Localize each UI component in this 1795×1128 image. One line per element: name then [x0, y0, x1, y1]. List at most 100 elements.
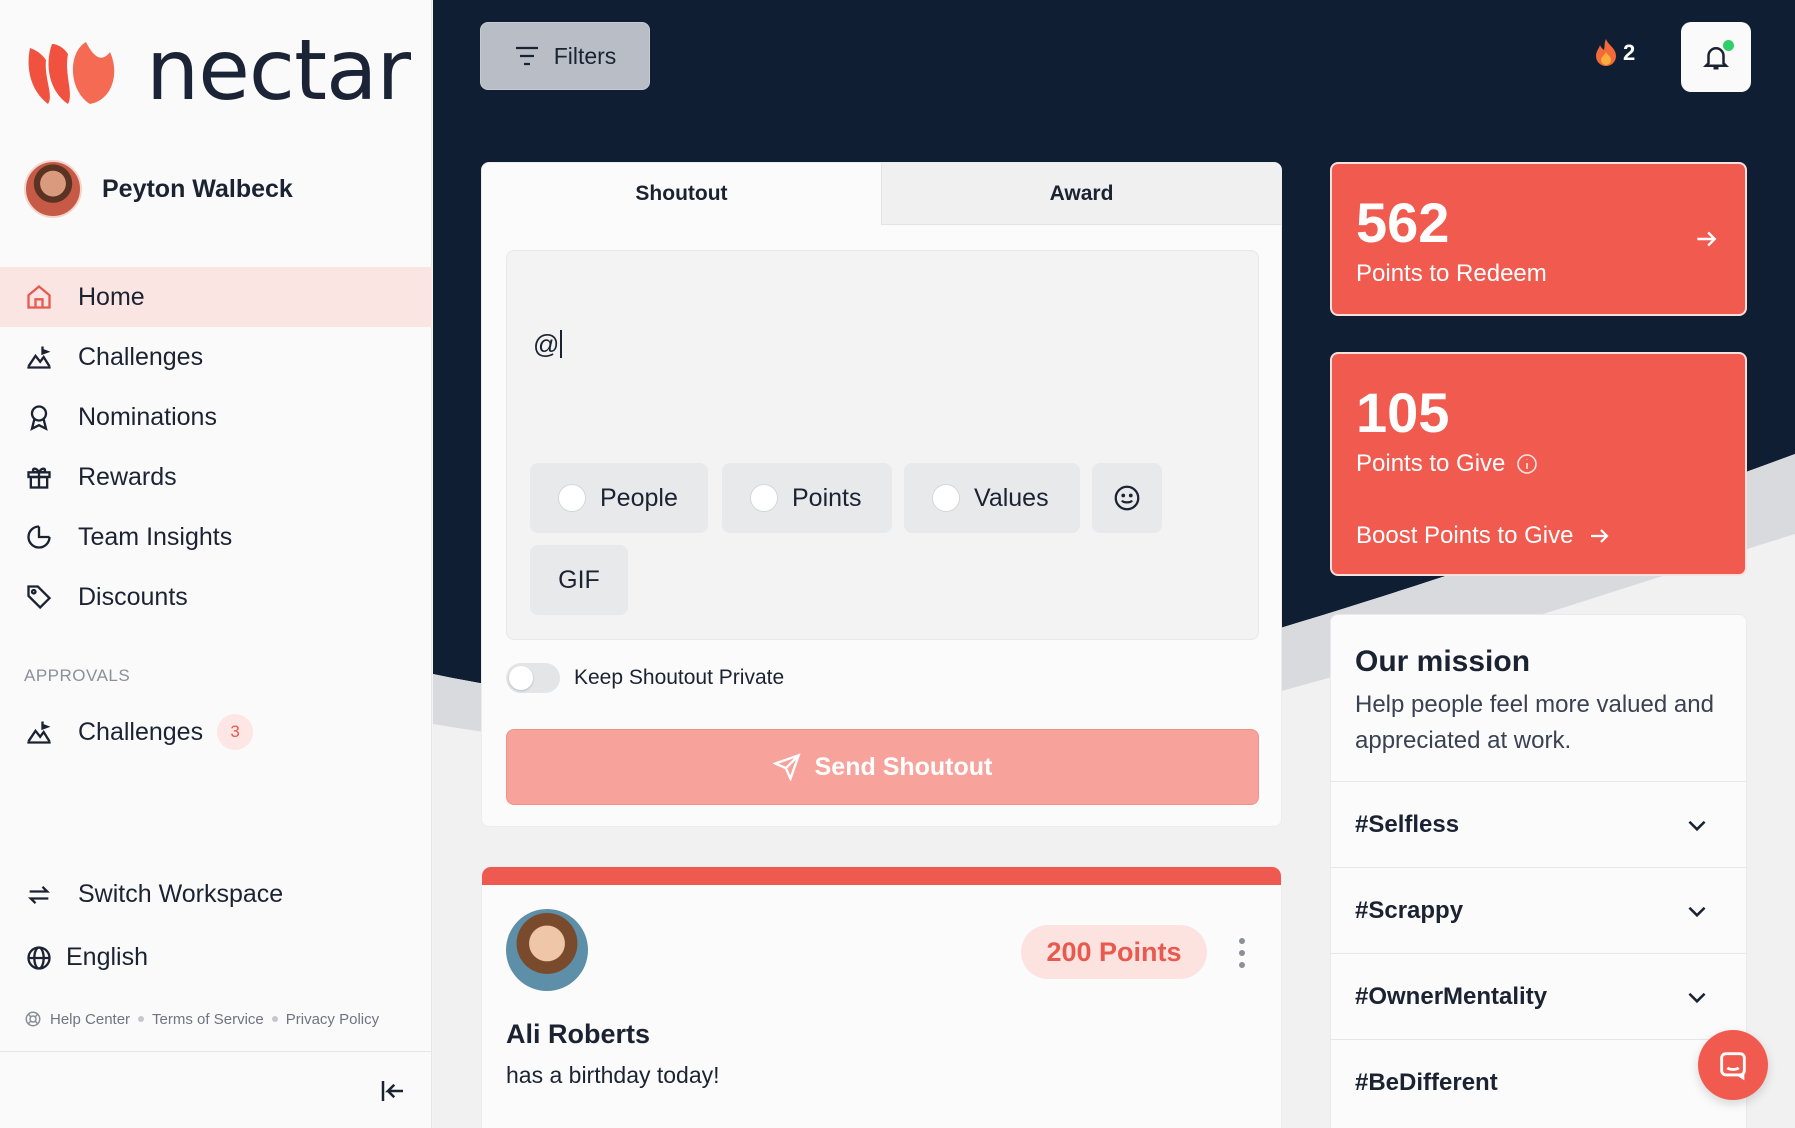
shoutout-composer: Shoutout Award @ People Points Values GI…	[481, 162, 1282, 827]
avatar	[24, 160, 82, 218]
main-nav: Home Challenges Nominations Rewards Team…	[0, 267, 432, 627]
tab-award[interactable]: Award	[881, 163, 1281, 225]
home-icon	[24, 282, 54, 312]
sidebar-item-challenges[interactable]: Challenges	[0, 327, 432, 387]
feed-post: 200 Points Ali Roberts has a birthday to…	[481, 866, 1282, 1128]
gift-icon	[24, 462, 54, 492]
sidebar-item-label: Team Insights	[78, 522, 233, 551]
typed-text: @	[533, 329, 562, 360]
count-badge: 3	[217, 714, 254, 750]
people-chip[interactable]: People	[530, 463, 708, 533]
divider	[0, 1051, 432, 1052]
notifications-button[interactable]	[1681, 22, 1751, 92]
switch-icon	[24, 880, 54, 910]
sidebar-item-team-insights[interactable]: Team Insights	[0, 507, 432, 567]
chat-icon	[1720, 1052, 1746, 1081]
sidebar-item-label: Rewards	[78, 462, 177, 491]
switch-workspace-label: Switch Workspace	[78, 880, 284, 908]
values-chip[interactable]: Values	[904, 463, 1080, 533]
gif-button[interactable]: GIF	[530, 545, 628, 615]
value-label: #BeDifferent	[1355, 1068, 1498, 1096]
switch-workspace-button[interactable]: Switch Workspace	[0, 863, 432, 926]
value-label: #OwnerMentality	[1355, 982, 1548, 1010]
filters-button[interactable]: Filters	[480, 22, 650, 90]
chat-launcher-button[interactable]	[1698, 1030, 1768, 1100]
info-icon[interactable]	[1515, 452, 1539, 476]
points-badge: 200 Points	[1021, 925, 1207, 979]
sidebar-item-label: Challenges	[78, 717, 204, 746]
sidebar-item-label: Challenges	[78, 342, 204, 371]
private-toggle[interactable]	[506, 663, 560, 693]
points-to-redeem-card[interactable]: 562 Points to Redeem	[1330, 162, 1747, 316]
lifebuoy-icon	[25, 1011, 41, 1027]
tag-icon	[24, 582, 54, 612]
approvals-heading: APPROVALS	[24, 666, 131, 685]
sidebar-item-label: Discounts	[78, 582, 188, 611]
radio-circle	[750, 484, 778, 512]
sidebar-item-home[interactable]: Home	[0, 267, 432, 327]
kebab-icon	[1239, 938, 1245, 968]
chart-mountain-icon	[24, 342, 54, 372]
send-shoutout-button[interactable]: Send Shoutout	[506, 729, 1259, 805]
privacy-link[interactable]: Privacy Policy	[286, 1011, 379, 1028]
filter-lines-icon	[515, 46, 538, 66]
value-item-bedifferent[interactable]: #BeDifferent	[1331, 1039, 1746, 1125]
sidebar-item-rewards[interactable]: Rewards	[0, 447, 432, 507]
terms-link[interactable]: Terms of Service	[152, 1011, 264, 1028]
arrow-right-icon	[1591, 529, 1610, 543]
help-center-link[interactable]: Help Center	[50, 1011, 130, 1028]
emoji-button[interactable]	[1092, 463, 1162, 533]
chevron-down-icon	[1688, 906, 1706, 918]
value-item-scrappy[interactable]: #Scrappy	[1331, 867, 1746, 953]
sidebar-item-approval-challenges[interactable]: Challenges 3	[0, 702, 432, 762]
mission-title: Our mission	[1355, 645, 1531, 678]
radio-circle	[932, 484, 960, 512]
boost-points-link[interactable]: Boost Points to Give	[1356, 522, 1611, 550]
logo-wordmark: nectar	[146, 21, 411, 119]
streak-counter[interactable]: 2	[1593, 38, 1635, 68]
avatar[interactable]	[506, 909, 588, 991]
chevron-down-icon	[1688, 820, 1706, 832]
approvals-nav: Challenges 3	[0, 702, 432, 762]
arrow-right-icon	[1697, 231, 1717, 247]
tab-shoutout[interactable]: Shoutout	[482, 163, 881, 225]
value-item-selfless[interactable]: #Selfless	[1331, 781, 1746, 867]
boost-label: Boost Points to Give	[1356, 522, 1574, 549]
chip-label: People	[600, 483, 678, 512]
user-profile[interactable]: Peyton Walbeck	[24, 160, 293, 218]
points-to-give-card: 105 Points to Give Boost Points to Give	[1330, 352, 1747, 576]
redeem-value: 562	[1356, 191, 1450, 254]
chip-label: Points	[792, 483, 862, 512]
flame-icon	[1596, 39, 1616, 66]
smiley-icon	[1114, 485, 1140, 511]
main-content: Filters 2 Shoutout Award @ People Points…	[433, 0, 1795, 1128]
filters-label: Filters	[553, 42, 617, 69]
value-item-ownermentality[interactable]: #OwnerMentality	[1331, 953, 1746, 1039]
sidebar-item-label: Nominations	[78, 402, 217, 431]
language-selector[interactable]: English	[0, 926, 432, 989]
post-accent-bar	[482, 867, 1281, 885]
collapse-sidebar-button[interactable]	[378, 1076, 408, 1106]
send-icon	[772, 753, 801, 781]
nectar-logo-mark	[28, 42, 115, 104]
chip-label: Values	[974, 483, 1049, 512]
post-author[interactable]: Ali Roberts	[506, 1019, 650, 1050]
points-chip[interactable]: Points	[722, 463, 892, 533]
chevron-down-icon	[1688, 992, 1706, 1004]
separator-dot	[271, 1016, 278, 1022]
nectar-logo[interactable]: nectar	[24, 21, 411, 119]
sidebar: nectar Peyton Walbeck Home Challenges No…	[0, 0, 432, 1128]
user-name: Peyton Walbeck	[102, 174, 293, 203]
bottom-nav: Switch Workspace English	[0, 863, 432, 989]
value-label: #Selfless	[1355, 810, 1460, 838]
collapse-icon	[381, 1081, 403, 1101]
chart-mountain-icon	[24, 717, 54, 747]
give-label: Points to Give	[1356, 450, 1506, 477]
sidebar-item-label: Home	[78, 282, 145, 311]
separator-dot	[138, 1016, 145, 1022]
ribbon-icon	[24, 402, 54, 432]
sidebar-item-discounts[interactable]: Discounts	[0, 567, 432, 627]
sidebar-item-nominations[interactable]: Nominations	[0, 387, 432, 447]
send-label: Send Shoutout	[814, 752, 993, 781]
more-options-button[interactable]	[1232, 933, 1252, 973]
